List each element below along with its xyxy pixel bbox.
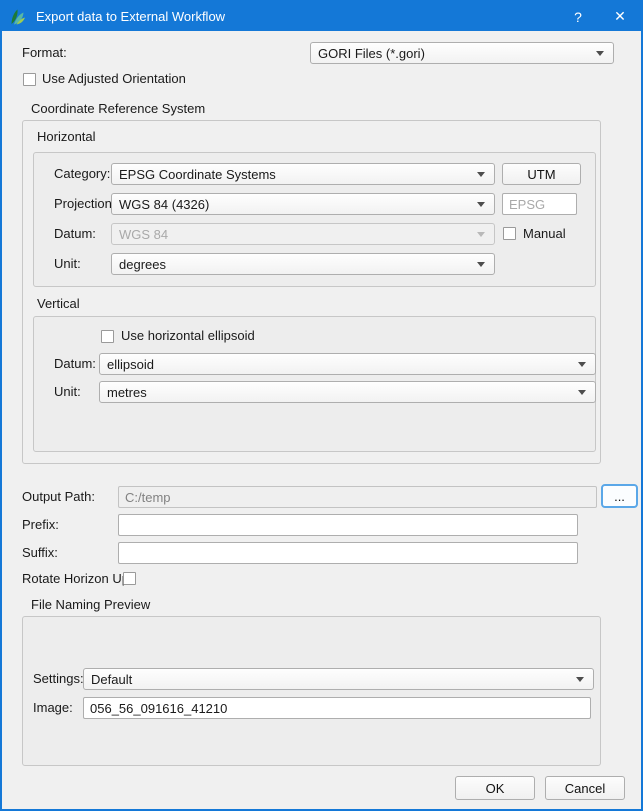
format-combobox[interactable]: GORI Files (*.gori): [310, 42, 614, 64]
crs-group-title: Coordinate Reference System: [31, 98, 205, 120]
rotate-horizon-up-label: Rotate Horizon Up:: [22, 568, 133, 590]
projection-combobox[interactable]: WGS 84 (4326): [111, 193, 495, 215]
vertical-datum-combobox[interactable]: ellipsoid: [99, 353, 596, 375]
vertical-group-title: Vertical: [37, 293, 80, 315]
ok-button[interactable]: OK: [455, 776, 535, 800]
epsg-code-input[interactable]: [502, 193, 577, 215]
manual-checkbox[interactable]: [503, 227, 516, 240]
image-name-input[interactable]: [83, 697, 591, 719]
window-title: Export data to External Workflow: [36, 9, 225, 24]
cancel-button[interactable]: Cancel: [545, 776, 625, 800]
horizontal-unit-combobox[interactable]: degrees: [111, 253, 495, 275]
use-adjusted-orientation-checkbox[interactable]: [23, 73, 36, 86]
category-combobox[interactable]: EPSG Coordinate Systems: [111, 163, 495, 185]
vertical-group-box: Use horizontal ellipsoid Datum: ellipsoi…: [33, 316, 596, 452]
use-horizontal-ellipsoid-label: Use horizontal ellipsoid: [121, 325, 255, 347]
utm-button[interactable]: UTM: [502, 163, 581, 185]
datum-label: Datum:: [54, 223, 96, 245]
browse-button[interactable]: ...: [601, 484, 638, 508]
use-horizontal-ellipsoid-checkbox[interactable]: [101, 330, 114, 343]
suffix-input[interactable]: [118, 542, 578, 564]
prefix-input[interactable]: [118, 514, 578, 536]
projection-value: WGS 84 (4326): [119, 197, 209, 212]
help-button[interactable]: ?: [557, 2, 599, 31]
output-path-label: Output Path:: [22, 486, 95, 508]
image-label: Image:: [33, 697, 73, 719]
prefix-label: Prefix:: [22, 514, 59, 536]
projection-label: Projection:: [54, 193, 115, 215]
vertical-unit-label: Unit:: [54, 381, 81, 403]
category-value: EPSG Coordinate Systems: [119, 167, 276, 182]
manual-label: Manual: [523, 223, 566, 245]
format-label: Format:: [22, 42, 67, 64]
format-value: GORI Files (*.gori): [318, 46, 425, 61]
rotate-horizon-up-checkbox[interactable]: [123, 572, 136, 585]
settings-value: Default: [91, 672, 132, 687]
settings-label: Settings:: [33, 668, 84, 690]
title-bar[interactable]: Export data to External Workflow ? ✕: [2, 2, 641, 31]
category-label: Category:: [54, 163, 110, 185]
horizontal-unit-value: degrees: [119, 257, 166, 272]
output-path-input: [118, 486, 597, 508]
settings-combobox[interactable]: Default: [83, 668, 594, 690]
horizontal-group-title: Horizontal: [37, 126, 96, 148]
titlebar-buttons: ? ✕: [557, 2, 641, 31]
vertical-unit-value: metres: [107, 385, 147, 400]
datum-combobox: WGS 84: [111, 223, 495, 245]
file-naming-preview-title: File Naming Preview: [31, 594, 150, 616]
vertical-datum-value: ellipsoid: [107, 357, 154, 372]
export-dialog: Export data to External Workflow ? ✕ For…: [0, 0, 643, 811]
horizontal-group-box: Category: EPSG Coordinate Systems UTM Pr…: [33, 152, 596, 287]
crs-group-box: Horizontal Category: EPSG Coordinate Sys…: [22, 120, 601, 464]
horizontal-unit-label: Unit:: [54, 253, 81, 275]
vertical-datum-label: Datum:: [54, 353, 96, 375]
use-adjusted-orientation-label: Use Adjusted Orientation: [42, 68, 186, 90]
datum-value: WGS 84: [119, 227, 168, 242]
suffix-label: Suffix:: [22, 542, 58, 564]
close-button[interactable]: ✕: [599, 2, 641, 31]
vertical-unit-combobox[interactable]: metres: [99, 381, 596, 403]
file-naming-preview-box: Settings: Default Image:: [22, 616, 601, 766]
app-logo-icon: [9, 8, 27, 26]
